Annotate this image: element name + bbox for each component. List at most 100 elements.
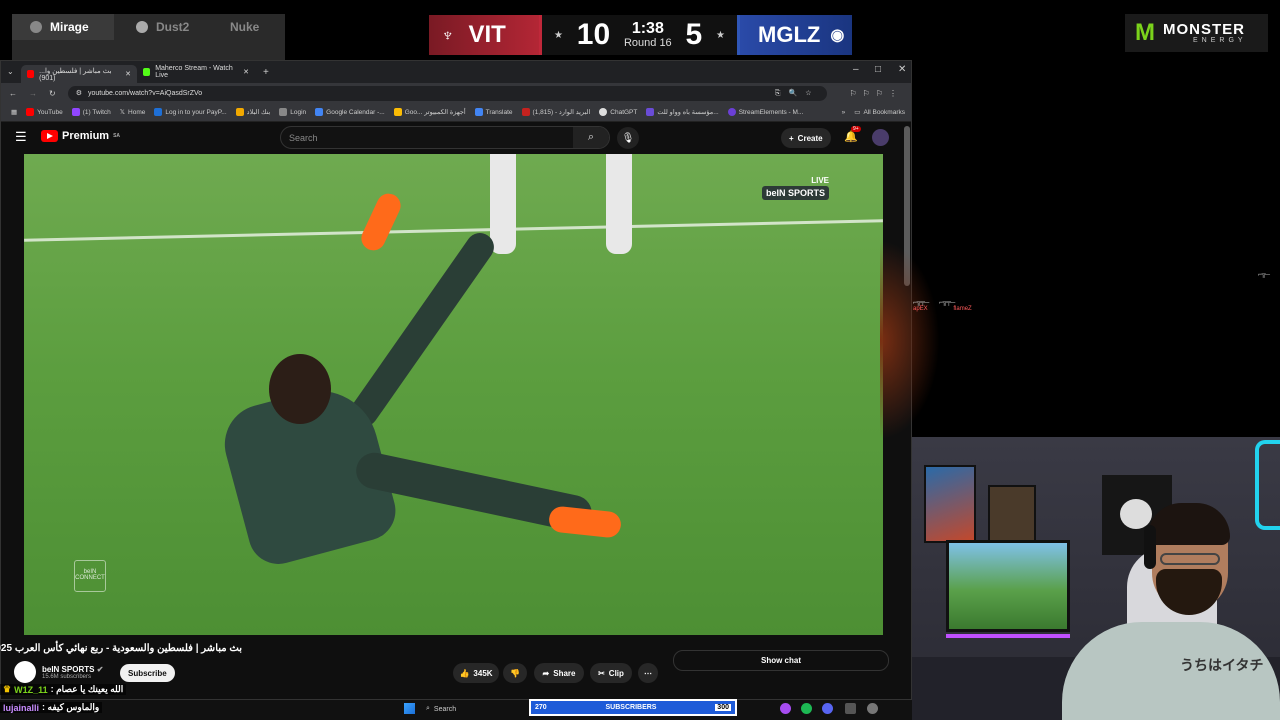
back-icon[interactable]: ← — [9, 89, 17, 98]
bookmark-label: All Bookmarks — [863, 108, 905, 116]
create-button[interactable]: + Create — [781, 128, 831, 148]
subscribe-button[interactable]: Subscribe — [120, 664, 175, 682]
close-window-icon[interactable]: ✕ — [898, 64, 906, 75]
bookmark-chatgpt[interactable]: ChatGPT — [599, 108, 637, 116]
obs-icon[interactable] — [845, 703, 856, 714]
address-actions-icon[interactable]: ⎘🔍☆ — [775, 89, 820, 98]
player-head — [269, 354, 331, 424]
clip-button[interactable]: ✂ Clip — [590, 663, 632, 683]
scoreboard: ♆ VIT ★ 10 1:38 Round 16 5 ★ MGLZ ◉ — [429, 15, 852, 55]
tab-twitch[interactable]: Maherco Stream - Watch Live ✕ — [137, 63, 255, 81]
player-sock — [606, 154, 632, 254]
address-bar[interactable]: ⚙ youtube.com/watch?v=AiQasdSrZVo ⎘🔍☆ — [67, 85, 828, 101]
forward-icon[interactable]: → — [29, 89, 37, 98]
google-favicon-icon — [393, 108, 402, 116]
map-nuke: Nuke — [230, 14, 259, 40]
map-label: Dust2 — [156, 20, 190, 34]
channel-info[interactable]: beIN SPORTS ✔ 15.6M subscribers — [14, 661, 103, 683]
player-boot — [547, 505, 623, 539]
streamelements-favicon-icon — [727, 108, 736, 116]
tab-youtube[interactable]: بث مباشر | فلسطين وا... (901) ✕ — [21, 65, 137, 83]
map-dust2: Dust2 — [122, 14, 189, 40]
bookmarks-bar: ▦ YouTube (1) Twitch 𝕏 Home Log in to you… — [1, 103, 911, 122]
close-icon[interactable]: ✕ — [243, 68, 249, 76]
youtube-favicon-icon — [26, 108, 35, 116]
bein-live-badge: LIVE beIN SPORTS — [762, 176, 830, 200]
bookmark-google[interactable]: Goo... أجهزة الكمبيوتر — [393, 108, 466, 116]
apps-icon[interactable]: ▦ — [11, 108, 17, 116]
killfeed-player: flameZ — [953, 306, 972, 312]
share-label: Share — [553, 668, 576, 678]
youtube-logo[interactable]: Premium SA — [41, 130, 120, 142]
youtube-header: ☰ Premium SA Search ⌕ 🎙 + Create 🔔 9+ — [1, 122, 911, 152]
maximize-icon[interactable]: □ — [875, 64, 881, 75]
bookmark-label: (1) Twitch — [82, 108, 111, 116]
avatar[interactable] — [872, 129, 889, 146]
paypal-favicon-icon — [154, 108, 163, 116]
star-icon: ★ — [554, 29, 563, 41]
kick-favicon-icon — [143, 68, 151, 76]
minimize-icon[interactable]: – — [853, 64, 859, 75]
close-icon[interactable]: ✕ — [125, 70, 131, 78]
video-title: بث مباشر | فلسطين والسعودية - ربع نهائي … — [0, 643, 242, 654]
webcam-frame-deco — [1255, 440, 1280, 530]
map-label: Mirage — [50, 20, 89, 34]
discord-icon[interactable] — [822, 703, 833, 714]
tab-menu-icon[interactable]: ⌄ — [7, 67, 14, 76]
search-input[interactable]: Search ⌕ — [280, 126, 610, 149]
dislike-button[interactable]: 👎 — [503, 663, 527, 683]
glasses-icon — [1160, 553, 1220, 565]
video-player[interactable]: LIVE beIN SPORTS beIN CONNECT — [24, 154, 883, 635]
all-bookmarks[interactable]: ▭ All Bookmarks — [854, 108, 905, 117]
url-text: youtube.com/watch?v=AiQasdSrZVo — [87, 89, 203, 97]
bookmark-translate[interactable]: Translate — [474, 108, 513, 116]
subscriber-count: 15.6M subscribers — [42, 673, 92, 680]
vitality-logo-icon: ♆ — [441, 24, 455, 45]
site-info-icon[interactable]: ⚙ — [76, 89, 82, 97]
bookmark-youtube[interactable]: YouTube — [26, 108, 63, 116]
windows-start-icon[interactable] — [404, 703, 415, 714]
badge-icon: ♛ — [3, 684, 12, 694]
channel-avatar[interactable] — [14, 661, 36, 683]
notifications-button[interactable]: 🔔 9+ — [844, 126, 861, 143]
taskbar-search[interactable]: ⌕ Search — [420, 702, 500, 716]
share-button[interactable]: ➦ Share — [534, 663, 584, 683]
bookmark-twitch[interactable]: (1) Twitch — [71, 108, 111, 116]
notification-badge: 9+ — [851, 126, 861, 132]
spotify-icon[interactable] — [801, 703, 812, 714]
hamburger-menu-icon[interactable]: ☰ — [15, 129, 27, 145]
bookmark-calendar[interactable]: Google Calendar -... — [315, 108, 385, 116]
bookmark-x-home[interactable]: 𝕏 Home — [120, 108, 146, 117]
channel-name[interactable]: beIN SPORTS — [42, 665, 94, 674]
search-button[interactable]: ⌕ — [573, 127, 609, 148]
globe-icon — [279, 108, 288, 116]
team-right-name: MGLZ — [758, 22, 821, 47]
bookmark-label: StreamElements - M... — [738, 108, 804, 116]
bookmark-login[interactable]: Login — [279, 108, 306, 116]
show-chat-button[interactable]: Show chat — [673, 650, 889, 671]
new-tab-button[interactable]: + — [263, 67, 269, 78]
like-button[interactable]: 👍 345K — [453, 663, 499, 683]
voice-search-button[interactable]: 🎙 — [617, 127, 639, 149]
team-vitality-icon — [136, 21, 148, 33]
player-leg — [344, 227, 500, 433]
app-icon[interactable] — [780, 703, 791, 714]
app-icon[interactable] — [867, 703, 878, 714]
bookmark-bank[interactable]: بنك البلاد — [235, 108, 270, 116]
reload-icon[interactable]: ↻ — [49, 89, 56, 98]
chat-username: lujainalli — [3, 702, 40, 713]
star-icon: ★ — [716, 29, 725, 41]
killfeed-player: apEX — [913, 306, 928, 312]
bookmark-mail[interactable]: البريد الوارد - (1,815) — [521, 108, 591, 116]
bookmark-label: البريد الوارد - (1,815) — [532, 109, 591, 116]
search-icon: ⌕ — [587, 131, 595, 143]
extensions-icon[interactable]: ⚐⚐⚐⋮ — [849, 89, 903, 98]
bookmark-foundation[interactable]: مؤسسة باه وواو للت... — [646, 108, 719, 116]
more-actions-button[interactable]: ⋯ — [638, 663, 658, 683]
bookmark-label: Google Calendar -... — [326, 108, 385, 116]
thumbs-up-icon: 👍 — [459, 668, 470, 678]
bookmark-streamelements[interactable]: StreamElements - M... — [727, 108, 804, 116]
sponsor-logo: M MONSTER ENERGY — [1125, 14, 1268, 52]
more-bookmarks-icon[interactable]: » — [842, 109, 846, 116]
bookmark-paypal[interactable]: Log in to your PayP... — [154, 108, 227, 116]
